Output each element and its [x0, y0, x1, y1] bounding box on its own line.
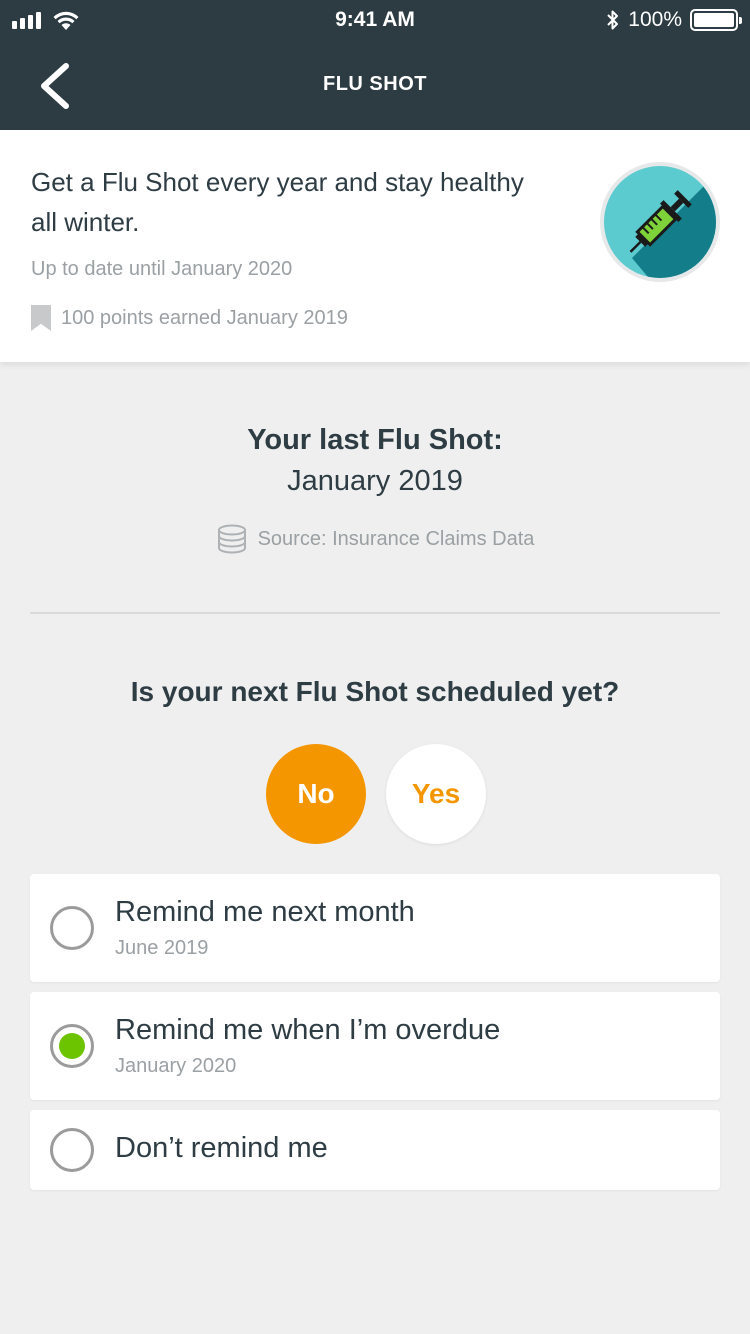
flu-shot-badge [600, 162, 720, 282]
radio-button[interactable] [50, 906, 94, 950]
reminder-title: Remind me next month [115, 896, 415, 928]
yes-button[interactable]: Yes [386, 744, 486, 844]
reminder-option-dont-remind[interactable]: Don’t remind me [30, 1110, 720, 1190]
source-row: Source: Insurance Claims Data [0, 524, 750, 554]
divider [30, 612, 720, 614]
battery-percent: 100% [628, 8, 682, 31]
page-title: FLU SHOT [323, 73, 427, 95]
no-button[interactable]: No [266, 744, 366, 844]
points-row: 100 points earned January 2019 [31, 305, 348, 331]
points-text: 100 points earned January 2019 [61, 306, 348, 329]
reminder-subtitle: January 2020 [115, 1055, 237, 1077]
reminder-subtitle: June 2019 [115, 937, 209, 959]
reminder-option-overdue[interactable]: Remind me when I’m overdue January 2020 [30, 992, 720, 1100]
bookmark-icon [31, 305, 51, 331]
source-text: Source: Insurance Claims Data [257, 527, 535, 550]
syringe-icon [604, 166, 716, 278]
database-icon [217, 524, 246, 554]
radio-button-selected[interactable] [50, 1024, 94, 1068]
reminder-option-next-month[interactable]: Remind me next month June 2019 [30, 874, 720, 982]
battery-icon [690, 9, 742, 31]
summary-description: Get a Flu Shot every year and stay healt… [31, 167, 524, 237]
reminder-title: Don’t remind me [115, 1132, 328, 1164]
last-shot-label: Your last Flu Shot: [247, 424, 503, 456]
status-bar: 9:41 AM 100% [0, 0, 750, 40]
last-shot-date: January 2019 [287, 465, 463, 497]
header: 9:41 AM 100% FLU SHOT [0, 0, 750, 130]
schedule-question: Is your next Flu Shot scheduled yet? [130, 676, 620, 707]
radio-button[interactable] [50, 1128, 94, 1172]
reminder-title: Remind me when I’m overdue [115, 1014, 501, 1046]
bluetooth-icon [607, 10, 619, 30]
up-to-date-text: Up to date until January 2020 [31, 258, 293, 280]
